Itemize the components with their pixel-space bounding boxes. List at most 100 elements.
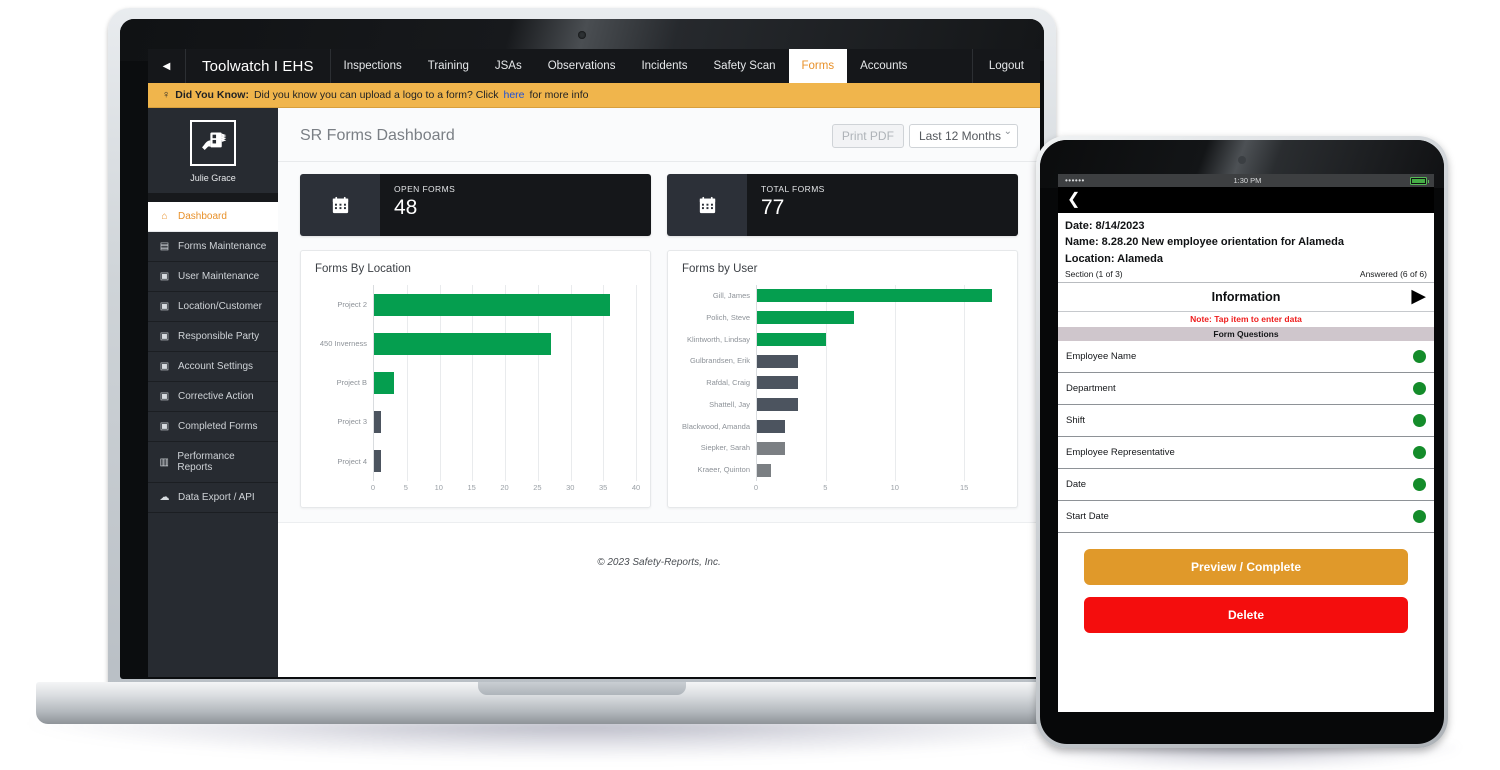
tablet-screen: •••••• 1:30 PM ❮ Date: 8/14/2023 Name: 8…	[1058, 174, 1434, 712]
form-name: Name: 8.28.20 New employee orientation f…	[1065, 236, 1344, 249]
form-question-label: Department	[1066, 382, 1116, 394]
sidebar-item-completed-forms[interactable]: ▣ Completed Forms	[148, 412, 278, 442]
nav-item-incidents[interactable]: Incidents	[628, 49, 700, 83]
nav-item-forms[interactable]: Forms	[788, 49, 848, 83]
stat-cards-row: OPEN FORMS 48 TOTAL FORMS 77	[278, 162, 1040, 236]
chevron-left-icon[interactable]: ❮	[1067, 192, 1080, 208]
axis-spacer	[315, 481, 373, 497]
nav-item-observations[interactable]: Observations	[535, 49, 629, 83]
chart-category-label: Kraeer, Quinton	[697, 465, 750, 475]
form-question-row[interactable]: Date	[1058, 469, 1434, 501]
chart-x-tick-label: 0	[753, 483, 759, 492]
chart-x-tick-label: 5	[403, 483, 408, 492]
top-navigation-bar: ◀ Toolwatch I EHS Inspections Training JSA…	[148, 49, 1040, 83]
sidebar: Julie Grace ⌂ Dashboard ▤ Forms Maintenance…	[148, 108, 278, 677]
date-range-value: Last 12 Months	[918, 129, 1001, 143]
sidebar-collapse-icon[interactable]: ◀	[148, 49, 186, 83]
sidebar-item-responsible-party[interactable]: ▣ Responsible Party	[148, 322, 278, 352]
chart-x-tick-label: 35	[598, 483, 608, 492]
form-question-row[interactable]: Department	[1058, 373, 1434, 405]
chart-bar-row	[757, 419, 1003, 433]
did-you-know-banner: ♀ Did You Know: Did you know you can upl…	[148, 83, 1040, 108]
form-question-row[interactable]: Employee Representative	[1058, 437, 1434, 469]
stat-card-value: 77	[761, 196, 785, 219]
lightbulb-icon: ♀	[162, 89, 171, 101]
chart-bar-row	[374, 411, 636, 434]
chart-x-tick-label: 20	[500, 483, 509, 492]
chart-x-axis: 0 5 10 15 20 25 30 35 40	[315, 481, 640, 497]
home-icon: ⌂	[161, 211, 168, 222]
laptop-bezel: ◀ Toolwatch I EHS Inspections Training JSA…	[120, 19, 1044, 679]
sidebar-item-label: User Maintenance	[178, 271, 260, 282]
chart-bar-row	[757, 332, 1003, 346]
chart-bar-row	[757, 398, 1003, 412]
sidebar-item-label: Performance Reports	[177, 451, 235, 473]
signal-dots-icon: ••••••	[1065, 176, 1085, 185]
sidebar-item-label: Forms Maintenance	[178, 241, 267, 252]
nav-item-jsas[interactable]: JSAs	[482, 49, 535, 83]
section-status-row: Section (1 of 3) Answered (6 of 6)	[1058, 267, 1434, 283]
chart-bar-row	[374, 293, 636, 316]
date-range-select[interactable]: Last 12 Months	[908, 124, 1018, 148]
form-question-label: Shift	[1066, 414, 1086, 426]
chart-bar-row	[757, 354, 1003, 368]
banner-title: Did You Know:	[175, 89, 249, 101]
sidebar-item-label: Corrective Action	[178, 391, 254, 402]
chart-x-tick-label: 10	[890, 483, 899, 492]
sidebar-item-label: Dashboard	[178, 211, 227, 222]
sidebar-item-performance-reports[interactable]: ▥ Performance Reports	[148, 442, 278, 483]
sidebar-item-data-export-api[interactable]: ☁ Data Export / API	[148, 483, 278, 513]
laptop-base-notch	[478, 682, 686, 695]
logout-button[interactable]: Logout	[971, 49, 1040, 83]
nav-item-training[interactable]: Training	[415, 49, 482, 83]
delete-button[interactable]: Delete	[1084, 596, 1408, 633]
chart-x-axis-ticks: 0 5 10 15	[753, 481, 1003, 497]
print-pdf-button[interactable]: Print PDF	[831, 124, 904, 148]
chart-x-tick-label: 30	[566, 483, 575, 492]
tablet-device: •••••• 1:30 PM ❮ Date: 8/14/2023 Name: 8…	[1026, 136, 1458, 770]
sidebar-item-label: Responsible Party	[178, 331, 260, 342]
preview-complete-button[interactable]: Preview / Complete	[1084, 548, 1408, 585]
chart-card-forms-by-location: Forms By Location Project 2 450 Inverness P…	[300, 250, 651, 508]
chart-category-labels: Gill, James Polich, Steve Klintworth, Lind…	[682, 285, 756, 481]
nav-item-inspections[interactable]: Inspections	[331, 49, 415, 83]
chart-x-tick-label: 5	[823, 483, 828, 492]
chart-gridline	[636, 285, 637, 481]
stat-card-label: OPEN FORMS	[394, 184, 456, 194]
sidebar-profile: Julie Grace	[148, 108, 278, 193]
nav-item-safety-scan[interactable]: Safety Scan	[701, 49, 789, 83]
footer-area: © 2023 Safety-Reports, Inc.	[278, 522, 1040, 677]
sidebar-item-location-customer[interactable]: ▣ Location/Customer	[148, 292, 278, 322]
sidebar-item-forms-maintenance[interactable]: ▤ Forms Maintenance	[148, 232, 278, 262]
calendar-icon	[667, 174, 747, 236]
page-title: SR Forms Dashboard	[300, 127, 455, 144]
question-status-dot	[1413, 509, 1426, 523]
sidebar-user-name: Julie Grace	[190, 173, 236, 183]
play-arrow-icon[interactable]: ▶	[1411, 287, 1426, 306]
laptop-drop-shadow	[28, 720, 1136, 760]
chart-bar	[374, 332, 551, 355]
sidebar-item-account-settings[interactable]: ▣ Account Settings	[148, 352, 278, 382]
form-question-row[interactable]: Start Date	[1058, 501, 1434, 533]
chart-bar	[757, 311, 854, 325]
form-question-row[interactable]: Employee Name	[1058, 341, 1434, 373]
chart-x-tick-label: 15	[959, 483, 969, 492]
sidebar-item-dashboard[interactable]: ⌂ Dashboard	[148, 202, 278, 232]
laptop-device: ◀ Toolwatch I EHS Inspections Training JSA…	[28, 8, 1136, 760]
form-question-label: Date	[1066, 478, 1087, 490]
sidebar-item-user-maintenance[interactable]: ▣ User Maintenance	[148, 262, 278, 292]
banner-here-link[interactable]: here	[504, 89, 525, 101]
user-gear-icon: ▣	[159, 391, 170, 402]
sidebar-item-corrective-action[interactable]: ▣ Corrective Action	[148, 382, 278, 412]
nav-item-accounts[interactable]: Accounts	[847, 49, 920, 83]
question-status-dot	[1413, 349, 1426, 363]
webcam-icon	[578, 31, 586, 39]
nav-items: Inspections Training JSAs Observations Incid…	[331, 49, 921, 83]
form-question-label: Employee Name	[1066, 350, 1137, 362]
chart-bar	[757, 463, 771, 477]
information-section-header[interactable]: Information ▶	[1058, 283, 1434, 312]
charts-row: Forms By Location Project 2 450 Inverness P…	[278, 236, 1040, 508]
chart-card-forms-by-user: Forms by User Gill, James Polich, Steve Kli…	[667, 250, 1018, 508]
form-question-row[interactable]: Shift	[1058, 405, 1434, 437]
